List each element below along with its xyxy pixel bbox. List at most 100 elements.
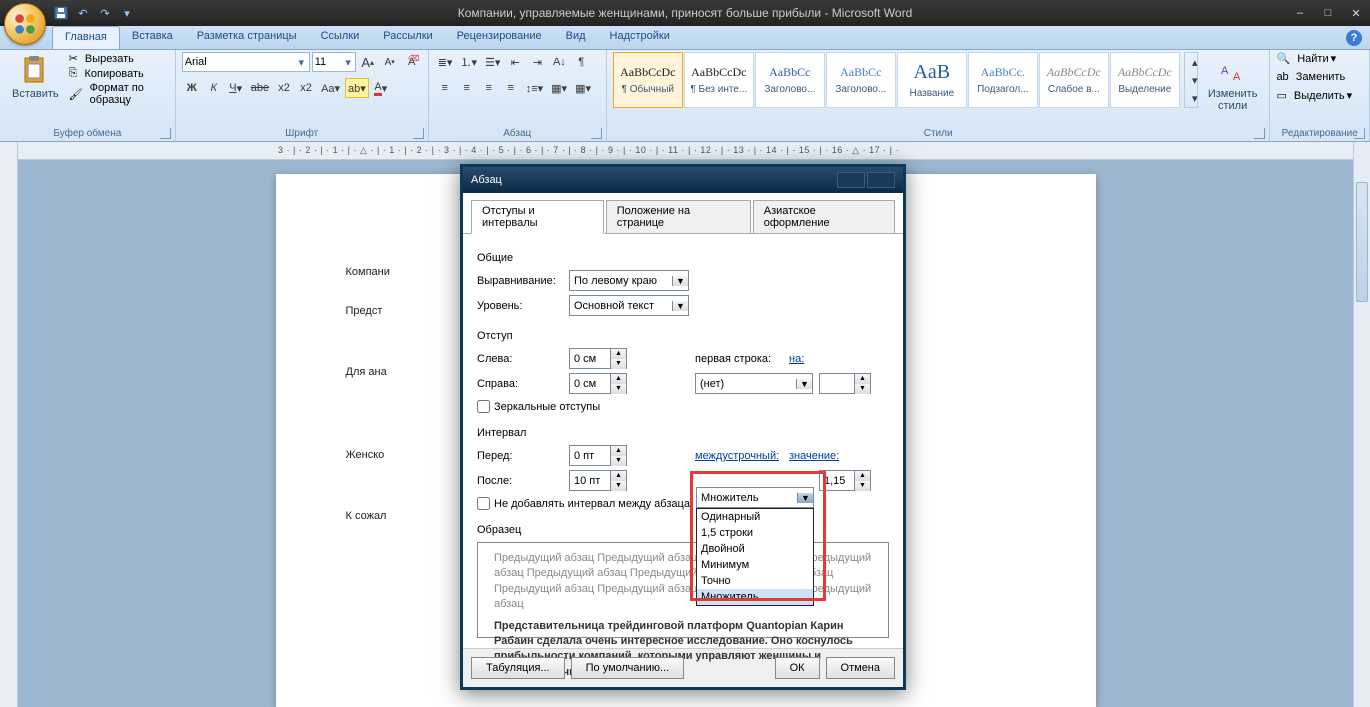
align-center-button[interactable]: ≡ bbox=[457, 78, 477, 98]
tab-addins[interactable]: Надстройки bbox=[598, 26, 682, 49]
show-marks-button[interactable]: ¶ bbox=[571, 52, 591, 72]
undo-icon[interactable]: ↶ bbox=[74, 4, 92, 22]
highlight-button[interactable]: ab▾ bbox=[345, 78, 369, 98]
format-painter-button[interactable]: 🖌 Формат по образцу bbox=[69, 82, 169, 106]
style-item[interactable]: AaBbCcЗаголово... bbox=[755, 52, 825, 108]
first-line-combo[interactable]: (нет)▼ bbox=[695, 373, 813, 394]
tab-page-layout[interactable]: Разметка страницы bbox=[185, 26, 309, 49]
bold-button[interactable]: Ж bbox=[182, 78, 202, 98]
maximize-button[interactable]: □ bbox=[1314, 4, 1342, 22]
dropdown-option[interactable]: Множитель bbox=[697, 589, 813, 605]
tabs-button[interactable]: Табуляция... bbox=[471, 657, 565, 679]
scrollbar-thumb[interactable] bbox=[1356, 182, 1368, 302]
save-icon[interactable] bbox=[52, 4, 70, 22]
vertical-scrollbar[interactable] bbox=[1353, 142, 1370, 707]
first-line-on-spin[interactable]: ▲▼ bbox=[819, 373, 871, 394]
style-gallery[interactable]: AaBbCcDc¶ ОбычныйAaBbCcDc¶ Без инте...Aa… bbox=[613, 52, 1180, 108]
dialog-tab-asian[interactable]: Азиатское оформление bbox=[753, 200, 895, 234]
spacing-value-spin[interactable]: 1,15▲▼ bbox=[819, 470, 871, 491]
style-item[interactable]: AaBbCcDcВыделение bbox=[1110, 52, 1180, 108]
dropdown-option[interactable]: Двойной bbox=[697, 541, 813, 557]
sort-button[interactable]: A↓ bbox=[549, 52, 569, 72]
italic-button[interactable]: К bbox=[204, 78, 224, 98]
tab-mailings[interactable]: Рассылки bbox=[371, 26, 444, 49]
dialog-tab-indents[interactable]: Отступы и интервалы bbox=[471, 200, 604, 234]
tab-home[interactable]: Главная bbox=[52, 26, 120, 49]
mirror-indents-check[interactable]: Зеркальные отступы bbox=[477, 400, 889, 413]
tab-review[interactable]: Рецензирование bbox=[445, 26, 554, 49]
indent-left-spin[interactable]: 0 см▲▼ bbox=[569, 348, 627, 369]
borders-button[interactable]: ▦▾ bbox=[572, 78, 594, 98]
outline-level-combo[interactable]: Основной текст▼ bbox=[569, 295, 689, 316]
copy-button[interactable]: ⎘ Копировать bbox=[69, 67, 169, 80]
tab-insert[interactable]: Вставка bbox=[120, 26, 185, 49]
bullets-button[interactable]: ≣▾ bbox=[435, 52, 456, 72]
office-button[interactable] bbox=[4, 3, 46, 45]
dialog-close[interactable] bbox=[867, 172, 895, 188]
indent-on-link[interactable]: на: bbox=[789, 353, 829, 365]
replace-button[interactable]: ab Заменить bbox=[1276, 71, 1363, 83]
style-item[interactable]: AaBbCcDc¶ Обычный bbox=[613, 52, 683, 108]
align-left-button[interactable]: ≡ bbox=[435, 78, 455, 98]
style-item[interactable]: AaBbCcDcСлабое в... bbox=[1039, 52, 1109, 108]
line-spacing-combo[interactable]: Множитель▼ bbox=[696, 487, 814, 508]
dropdown-option[interactable]: 1,5 строки bbox=[697, 525, 813, 541]
cut-icon: ✂ bbox=[69, 52, 78, 65]
underline-button[interactable]: Ч ▾ bbox=[226, 78, 246, 98]
align-right-button[interactable]: ≡ bbox=[479, 78, 499, 98]
style-item[interactable]: AaBbCcDc¶ Без инте... bbox=[684, 52, 754, 108]
line-spacing-link[interactable]: междустрочный: bbox=[695, 450, 783, 462]
select-button[interactable]: ▭ Выделить ▾ bbox=[1276, 89, 1363, 102]
spacing-before-spin[interactable]: 0 пт▲▼ bbox=[569, 445, 627, 466]
change-styles-icon: AA bbox=[1217, 54, 1249, 86]
cancel-button[interactable]: Отмена bbox=[826, 657, 895, 679]
spacing-value-link[interactable]: значение: bbox=[789, 450, 843, 462]
shrink-font-button[interactable]: A▾ bbox=[380, 52, 400, 72]
alignment-combo[interactable]: По левому краю▼ bbox=[569, 270, 689, 291]
dialog-minimize[interactable] bbox=[837, 172, 865, 188]
find-button[interactable]: 🔍 Найти ▾ bbox=[1276, 52, 1363, 65]
clear-formatting-button[interactable]: A⌫ bbox=[402, 52, 422, 72]
ok-button[interactable]: ОК bbox=[775, 657, 820, 679]
change-styles-button[interactable]: AA Изменить стили bbox=[1202, 52, 1264, 114]
line-spacing-button[interactable]: ↕≡▾ bbox=[523, 78, 546, 98]
shading-button[interactable]: ▦▾ bbox=[548, 78, 570, 98]
strike-button[interactable]: abe bbox=[248, 78, 272, 98]
style-item[interactable]: AaBbCc.Подзагол... bbox=[968, 52, 1038, 108]
paste-button[interactable]: Вставить bbox=[6, 52, 65, 102]
svg-text:A: A bbox=[1233, 71, 1241, 83]
close-button[interactable]: ✕ bbox=[1342, 4, 1370, 22]
subscript-button[interactable]: x2 bbox=[274, 78, 294, 98]
superscript-button[interactable]: x2 bbox=[296, 78, 316, 98]
increase-indent-button[interactable]: ⇥ bbox=[527, 52, 547, 72]
minimize-button[interactable]: – bbox=[1286, 4, 1314, 22]
dont-add-space-check[interactable]: Не добавлять интервал между абзаца bbox=[477, 497, 889, 510]
brush-icon: 🖌 bbox=[69, 88, 83, 101]
indent-right-spin[interactable]: 0 см▲▼ bbox=[569, 373, 627, 394]
dropdown-option[interactable]: Точно bbox=[697, 573, 813, 589]
default-button[interactable]: По умолчанию... bbox=[571, 657, 685, 679]
tab-view[interactable]: Вид bbox=[554, 26, 598, 49]
line-spacing-dropdown[interactable]: Одинарный1,5 строкиДвойнойМинимумТочноМн… bbox=[696, 508, 814, 606]
help-icon[interactable]: ? bbox=[1346, 30, 1362, 46]
multilevel-button[interactable]: ☰▾ bbox=[482, 52, 503, 72]
font-size-combo[interactable]: ▾ bbox=[312, 52, 356, 72]
grow-font-button[interactable]: A▴ bbox=[358, 52, 378, 72]
tab-references[interactable]: Ссылки bbox=[309, 26, 372, 49]
dialog-titlebar[interactable]: Абзац bbox=[463, 167, 903, 193]
dialog-tab-position[interactable]: Положение на странице bbox=[606, 200, 751, 234]
decrease-indent-button[interactable]: ⇤ bbox=[505, 52, 525, 72]
style-item[interactable]: AaBНазвание bbox=[897, 52, 967, 108]
spacing-after-spin[interactable]: 10 пт▲▼ bbox=[569, 470, 627, 491]
justify-button[interactable]: ≡ bbox=[501, 78, 521, 98]
redo-icon[interactable]: ↷ bbox=[96, 4, 114, 22]
font-name-combo[interactable]: ▾ bbox=[182, 52, 310, 72]
font-color-button[interactable]: A▾ bbox=[371, 78, 391, 98]
style-item[interactable]: AaBbCcЗаголово... bbox=[826, 52, 896, 108]
dropdown-option[interactable]: Минимум bbox=[697, 557, 813, 573]
dropdown-option[interactable]: Одинарный bbox=[697, 509, 813, 525]
change-case-button[interactable]: Aa▾ bbox=[318, 78, 343, 98]
numbering-button[interactable]: ⒈▾ bbox=[457, 52, 480, 72]
cut-button[interactable]: ✂ Вырезать bbox=[69, 52, 169, 65]
qat-dropdown-icon[interactable]: ▾ bbox=[118, 4, 136, 22]
